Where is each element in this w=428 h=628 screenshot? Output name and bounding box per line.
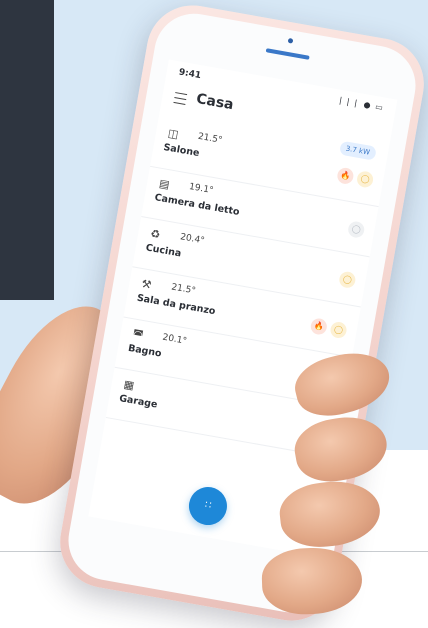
phone-screen: 9:41 ❘❘❘ ● ▭ Casa 3.7 kW ◫ 21.5° Salone … bbox=[88, 59, 398, 557]
room-name: Salone bbox=[162, 141, 201, 160]
room-name: Bagno bbox=[127, 342, 163, 360]
bulb-icon[interactable]: ◯ bbox=[338, 270, 357, 290]
menu-icon[interactable] bbox=[173, 92, 188, 105]
pot-icon: ♻ bbox=[149, 226, 162, 242]
hand-finger-little bbox=[260, 546, 364, 616]
grid-fab-button[interactable]: ∷ bbox=[185, 484, 230, 529]
flame-icon[interactable]: 🔥 bbox=[336, 166, 355, 186]
room-temp: 20.1° bbox=[161, 332, 188, 347]
room-name: Garage bbox=[118, 393, 159, 411]
room-temp: 21.5° bbox=[170, 282, 197, 297]
bulb-icon[interactable]: ◯ bbox=[329, 320, 348, 340]
room-temp: 20.4° bbox=[179, 232, 206, 247]
status-time: 9:41 bbox=[177, 67, 202, 82]
bulb-off-icon[interactable]: ◯ bbox=[346, 220, 366, 239]
earpiece bbox=[265, 48, 310, 60]
front-camera-icon bbox=[287, 37, 294, 44]
bathtub-icon: ◚ bbox=[131, 327, 145, 343]
bulb-icon[interactable]: ◯ bbox=[355, 170, 375, 189]
cutlery-icon: ⚒ bbox=[140, 277, 153, 292]
room-name: Cucina bbox=[144, 242, 183, 260]
sofa-icon: ◫ bbox=[167, 126, 180, 142]
flame-icon[interactable]: 🔥 bbox=[309, 317, 329, 336]
bed-icon: ▤ bbox=[158, 176, 171, 192]
page-title: Casa bbox=[195, 90, 235, 114]
dark-background-panel bbox=[0, 0, 54, 315]
signal-wifi-battery-icon: ❘❘❘ ● ▭ bbox=[336, 95, 385, 113]
phone-body: 9:41 ❘❘❘ ● ▭ Casa 3.7 kW ◫ 21.5° Salone … bbox=[52, 0, 428, 628]
room-temp: 19.1° bbox=[188, 181, 215, 197]
garage-icon: ▦ bbox=[122, 377, 136, 393]
room-temp: 21.5° bbox=[197, 131, 223, 146]
room-name: Sala da pranzo bbox=[136, 292, 217, 318]
room-name: Camera da letto bbox=[153, 192, 241, 218]
